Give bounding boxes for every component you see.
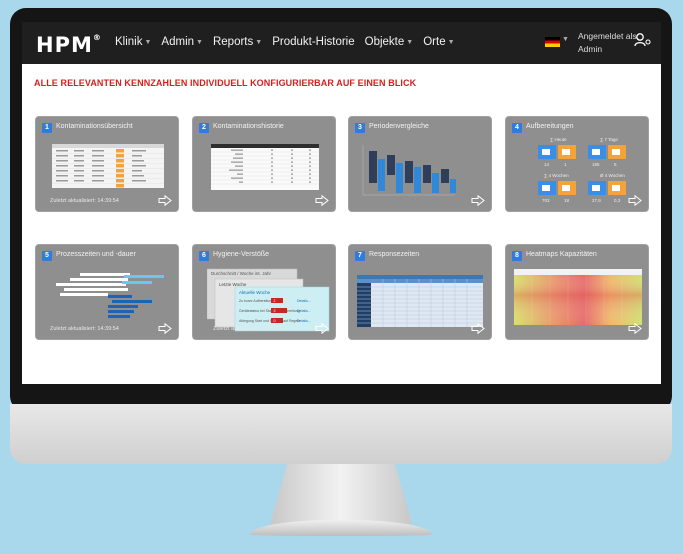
svg-text:Details...: Details...: [297, 299, 311, 303]
tile-number-badge: 7: [355, 251, 365, 261]
arrow-right-icon[interactable]: [628, 195, 642, 206]
svg-text:Aktuelle Woche: Aktuelle Woche: [239, 290, 271, 295]
svg-text:0,3: 0,3: [614, 198, 621, 203]
tile-title: Aufbereitungen: [526, 123, 574, 130]
tile-title: Responsezeiten: [369, 251, 420, 258]
capacity-heatmap-thumbnail: [514, 269, 642, 325]
chevron-down-icon: ▼: [255, 38, 263, 46]
svg-text:∑ 4 Wochen: ∑ 4 Wochen: [544, 173, 569, 178]
arrow-right-icon[interactable]: [158, 195, 172, 206]
navbar: HPM® Klinik ▼ Admin ▼ Reports ▼ Produkt-His…: [22, 22, 661, 64]
svg-text:14: 14: [544, 162, 550, 167]
reprocessing-kpi-thumbnail: ∑ Heute ∑ 7 Tage 14 1 185 5 ∑ 4 Wochen Ø…: [538, 137, 626, 203]
svg-text:∑ Heute: ∑ Heute: [550, 137, 567, 142]
chevron-down-icon: ▼: [406, 38, 414, 46]
login-label: Angemeldet als:: [578, 31, 639, 41]
tile-number-badge: 3: [355, 123, 365, 133]
arrow-right-icon[interactable]: [315, 195, 329, 206]
hpm-logo[interactable]: HPM®: [36, 33, 102, 57]
tile-periodenvergleiche[interactable]: 3 Periodenvergleiche: [348, 116, 492, 212]
svg-text:Ablegung Start und Weiter-Lauf: Ablegung Start und Weiter-Lauf Regeln: [239, 319, 300, 323]
tile-heatmaps-kapazitaeten[interactable]: 8 Heatmaps Kapazitäten: [505, 244, 649, 340]
svg-text:18: 18: [564, 198, 570, 203]
monitor-stand: [270, 464, 412, 524]
svg-text:Details...: Details...: [297, 309, 311, 313]
nav-item-produkt-historie[interactable]: Produkt-Historie: [272, 36, 354, 48]
tile-title: Kontaminationshistorie: [213, 123, 284, 130]
tile-title: Periodenvergleiche: [369, 123, 429, 130]
svg-text:27,9: 27,9: [592, 198, 601, 203]
svg-text:3: 3: [274, 309, 276, 313]
tile-aufbereitungen[interactable]: 4 Aufbereitungen ∑ Heute ∑ 7 Tage 14 1 1…: [505, 116, 649, 212]
arrow-right-icon[interactable]: [471, 323, 485, 334]
svg-text:∑ 7 Tage: ∑ 7 Tage: [600, 137, 618, 142]
page-headline: ALLE RELEVANTEN KENNZAHLEN INDIVIDUELL K…: [34, 78, 417, 88]
tile-number-badge: 6: [199, 251, 209, 261]
svg-text:Gerätestatus bei Start der Auf: Gerätestatus bei Start der Aufbereitung: [239, 309, 300, 313]
chevron-down-icon: ▼: [144, 38, 152, 46]
main-menu: Klinik ▼ Admin ▼ Reports ▼ Produkt-Historie…: [115, 36, 455, 48]
nav-item-orte[interactable]: Orte ▼: [423, 36, 454, 48]
arrow-right-icon[interactable]: [158, 323, 172, 334]
svg-text:Zu kurze Aufbereitung: Zu kurze Aufbereitung: [239, 299, 273, 303]
tile-prozesszeiten[interactable]: 5 Prozesszeiten und -dauer Zuletzt aktua…: [35, 244, 179, 340]
tile-responsezeiten[interactable]: 7 Responsezeiten: [348, 244, 492, 340]
svg-text:Letzte Woche: Letzte Woche: [219, 282, 247, 287]
svg-text:Durchschnitt / Woche int. Jahr: Durchschnitt / Woche int. Jahr: [211, 271, 271, 276]
response-times-table-thumbnail: [357, 275, 483, 327]
nav-item-admin[interactable]: Admin ▼: [161, 36, 203, 48]
arrow-right-icon[interactable]: [471, 195, 485, 206]
hygiene-violations-thumbnail: Durchschnitt / Woche int. Jahr Letzte Wo…: [207, 268, 330, 332]
arrow-right-icon[interactable]: [315, 323, 329, 334]
svg-text:1: 1: [564, 162, 567, 167]
app-screen: HPM® Klinik ▼ Admin ▼ Reports ▼ Produkt-His…: [22, 22, 661, 384]
user-settings-icon[interactable]: [634, 32, 652, 48]
nav-item-klinik[interactable]: Klinik ▼: [115, 36, 151, 48]
tile-number-badge: 2: [199, 123, 209, 133]
svg-text:0: 0: [274, 319, 276, 323]
tile-kontaminationsuebersicht[interactable]: 1 Kontaminationsübersicht Zuletzt aktual…: [35, 116, 179, 212]
chevron-down-icon: ▼: [562, 36, 569, 43]
tile-title: Heatmaps Kapazitäten: [526, 251, 597, 258]
tile-number-badge: 1: [42, 123, 52, 133]
tile-last-updated: Zuletzt aktualisiert: 14:39:54: [50, 326, 119, 332]
tile-number-badge: 8: [512, 251, 522, 261]
svg-text:Ø 4 Wochen: Ø 4 Wochen: [600, 173, 625, 178]
svg-text:703: 703: [542, 198, 550, 203]
tile-last-updated: Zuletzt aktualisiert: 14:39:54: [50, 198, 119, 204]
period-comparison-chart-thumbnail: [357, 139, 457, 203]
svg-text:185: 185: [592, 162, 600, 167]
chevron-down-icon: ▼: [447, 38, 455, 46]
tile-number-badge: 4: [512, 123, 522, 133]
tile-title: Hygiene-Verstöße: [213, 251, 270, 258]
svg-text:Details...: Details...: [297, 319, 311, 323]
process-times-gantt-thumbnail: [50, 271, 166, 319]
nav-item-reports[interactable]: Reports ▼: [213, 36, 262, 48]
tile-title: Prozesszeiten und -dauer: [56, 251, 136, 258]
tile-kontaminationshistorie[interactable]: 2 Kontaminationshistorie: [192, 116, 336, 212]
nav-item-objekte[interactable]: Objekte ▼: [365, 36, 414, 48]
monitor-chin: [10, 404, 672, 464]
login-user: Admin: [578, 44, 603, 54]
arrow-right-icon[interactable]: [628, 323, 642, 334]
svg-text:2: 2: [274, 299, 276, 303]
tile-last-updated: Zuletzt aktualisiert: 14:39:54: [213, 326, 282, 332]
tile-hygiene-verstoesse[interactable]: 6 Hygiene-Verstöße Durchschnitt / Woche …: [192, 244, 336, 340]
tile-number-badge: 5: [42, 251, 52, 261]
tile-title: Kontaminationsübersicht: [56, 123, 133, 130]
svg-text:5: 5: [614, 162, 617, 167]
german-flag-icon[interactable]: [545, 37, 560, 47]
chevron-down-icon: ▼: [196, 38, 203, 46]
contamination-history-thumbnail: [211, 144, 319, 190]
contamination-table-thumbnail: [52, 144, 164, 188]
